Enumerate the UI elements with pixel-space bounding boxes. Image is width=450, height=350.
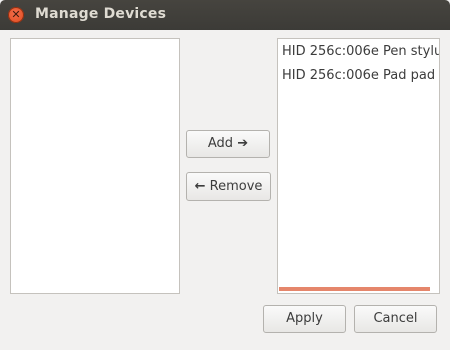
- title-bar[interactable]: ✕ Manage Devices: [0, 0, 450, 30]
- add-button[interactable]: Add ➔: [186, 130, 270, 158]
- apply-button[interactable]: Apply: [263, 305, 346, 333]
- arrow-right-icon: ➔: [237, 136, 249, 151]
- close-icon: ✕: [11, 8, 21, 21]
- close-button[interactable]: ✕: [8, 7, 24, 23]
- window-title: Manage Devices: [35, 6, 167, 22]
- manage-devices-dialog: ✕ Manage Devices Add ➔ ← Remove HID 256c…: [0, 0, 450, 350]
- add-button-label: Add: [207, 136, 234, 151]
- arrow-left-icon: ←: [194, 179, 206, 194]
- list-item[interactable]: HID 256c:006e Pen stylus: [278, 40, 439, 64]
- remove-button-label: Remove: [209, 179, 263, 194]
- list-item[interactable]: HID 256c:006e Pad pad: [278, 64, 439, 88]
- available-devices-list[interactable]: [10, 38, 180, 294]
- cancel-button[interactable]: Cancel: [354, 305, 437, 333]
- selected-devices-list[interactable]: HID 256c:006e Pen stylus HID 256c:006e P…: [277, 38, 440, 294]
- remove-button[interactable]: ← Remove: [186, 172, 271, 201]
- horizontal-scroll-indicator[interactable]: [279, 287, 430, 291]
